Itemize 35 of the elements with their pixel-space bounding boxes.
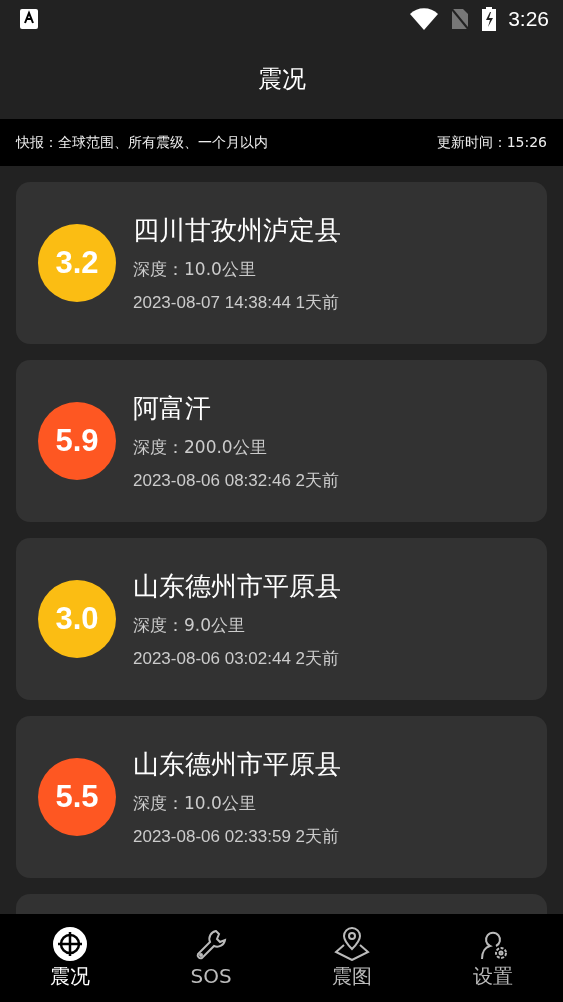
update-time: 更新时间：15:26	[436, 133, 547, 152]
magnitude-badge: 3.2	[38, 224, 116, 302]
nav-tab[interactable]: SOS	[140, 914, 282, 1002]
magnitude-badge: 3.0	[38, 580, 116, 658]
crosshair-icon	[53, 926, 88, 961]
nav-tab[interactable]: 设置	[422, 914, 563, 1002]
battery-charging-icon	[482, 7, 497, 31]
quake-depth: 深度：200.0公里	[133, 435, 268, 459]
nav-tab[interactable]: 震况	[0, 914, 141, 1002]
quake-time: 2023-08-07 14:38:44 1天前	[133, 291, 341, 314]
keyboard-icon	[20, 9, 38, 29]
quake-depth: 深度：10.0公里	[133, 791, 257, 815]
nav-tab[interactable]: 震图	[281, 914, 423, 1002]
quake-card[interactable]: 3.0 山东德州市平原县 深度：9.0公里 2023-08-06 03:02:44 2天前	[16, 538, 547, 700]
quake-card[interactable]: 5.9 阿富汗 深度：200.0公里 2023-08-06 08:32:46 2天前	[16, 360, 547, 522]
wifi-icon	[410, 8, 439, 30]
quake-location: 四川甘孜州泸定县	[133, 213, 341, 247]
quake-time: 2023-08-06 02:33:59 2天前	[133, 825, 341, 848]
no-sim-icon	[450, 7, 471, 31]
quake-time: 2023-08-06 08:32:46 2天前	[133, 469, 340, 492]
quake-location: 山东德州市平原县	[133, 747, 341, 781]
quake-depth: 深度：10.0公里	[133, 257, 257, 281]
map-pin-icon	[333, 926, 370, 961]
quake-depth: 深度：9.0公里	[133, 613, 247, 637]
clock-time: 3:26	[508, 7, 549, 31]
quake-location: 阿富汗	[133, 391, 212, 425]
quake-card[interactable]: 3.2 四川甘孜州泸定县 深度：10.0公里 2023-08-07 14:38:44 1天前	[16, 182, 547, 344]
quake-location: 山东德州市平原县	[133, 569, 341, 603]
magnitude-badge: 5.5	[38, 758, 116, 836]
news-summary: 快报：全球范围、所有震级、一个月以内	[16, 133, 268, 152]
quake-time: 2023-08-06 03:02:44 2天前	[133, 647, 341, 670]
quake-card[interactable]: 5.5 山东德州市平原县 深度：10.0公里 2023-08-06 02:33:59 2天前	[16, 716, 547, 878]
screen-title: 震况	[257, 63, 306, 95]
wrench-icon	[194, 928, 229, 962]
magnitude-badge: 5.9	[38, 402, 116, 480]
